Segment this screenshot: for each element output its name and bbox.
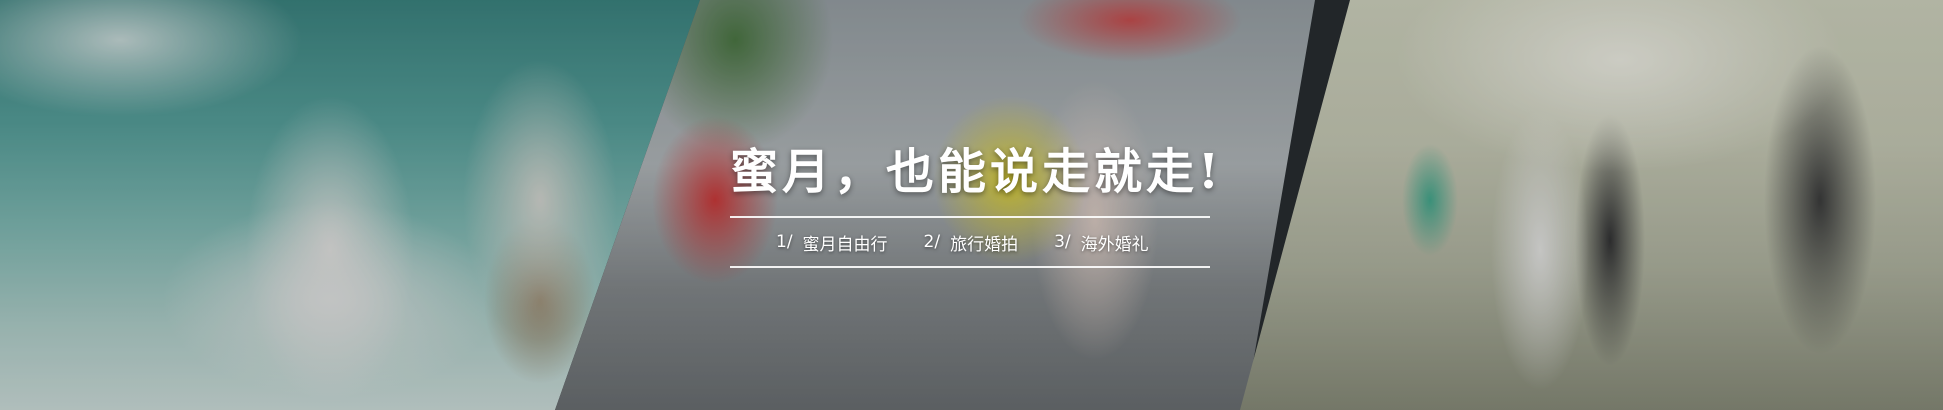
wedding-ceremony-photo [1240, 0, 1943, 410]
divider-top [730, 216, 1210, 218]
menu-item-honeymoon-free-travel[interactable]: 1/ 蜜月自由行 [776, 230, 888, 255]
menu-item-label: 旅行婚拍 [950, 234, 1019, 255]
menu-item-label: 蜜月自由行 [802, 234, 888, 255]
service-menu: 1/ 蜜月自由行 2/ 旅行婚拍 3/ 海外婚礼 [730, 222, 1210, 262]
menu-item-travel-wedding-photo[interactable]: 2/ 旅行婚拍 [924, 230, 1019, 255]
menu-item-overseas-wedding[interactable]: 3/ 海外婚礼 [1054, 230, 1149, 255]
hero-banner: 蜜月，也能说走就走! 1/ 蜜月自由行 2/ 旅行婚拍 3/ 海外婚礼 [0, 0, 1943, 410]
menu-item-number: 3/ [1054, 232, 1071, 252]
menu-item-number: 1/ [776, 232, 793, 252]
menu-item-number: 2/ [923, 232, 941, 252]
menu-item-label: 海外婚礼 [1080, 234, 1149, 255]
banner-headline: 蜜月，也能说走就走! [730, 144, 1224, 200]
divider-bottom [730, 266, 1210, 268]
